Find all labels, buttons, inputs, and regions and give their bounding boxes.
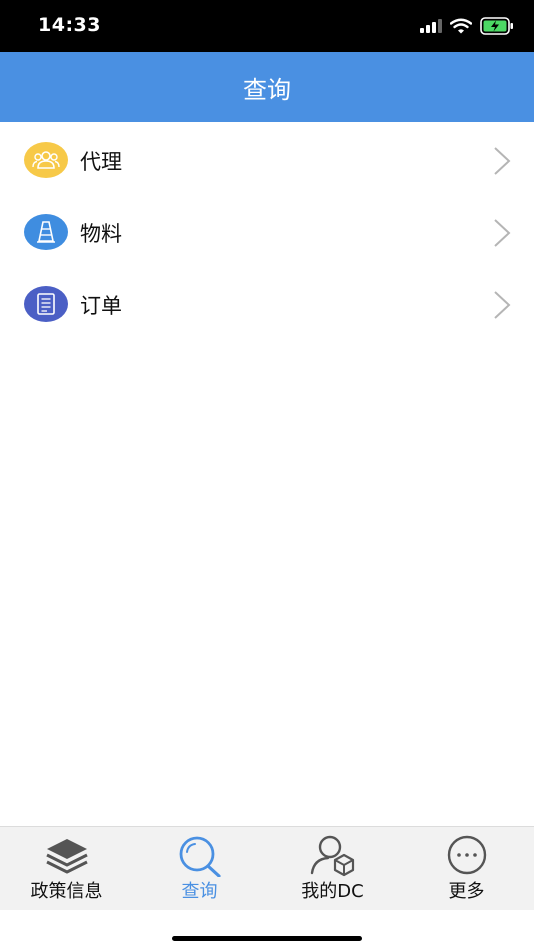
tab-query[interactable]: 查询 (133, 827, 266, 911)
status-icons (420, 16, 514, 36)
menu-item-material[interactable]: 物料 (0, 196, 534, 268)
menu-item-label: 订单 (80, 294, 122, 318)
layers-icon (45, 839, 88, 874)
users-icon (24, 142, 68, 178)
menu-item-order[interactable]: 订单 (0, 268, 534, 340)
home-indicator (172, 936, 362, 941)
tab-policy-info[interactable]: 政策信息 (0, 827, 133, 911)
chevron-right-icon (494, 219, 511, 247)
menu-item-label: 代理 (80, 150, 122, 174)
chevron-right-icon (494, 147, 511, 175)
chevron-right-icon (494, 291, 511, 319)
query-menu: 代理 物料 订单 (0, 124, 534, 340)
wifi-icon (450, 18, 472, 34)
user-box-icon (310, 835, 354, 877)
tab-label: 查询 (181, 881, 218, 902)
tab-my-dc[interactable]: 我的DC (266, 827, 399, 911)
signal-icon (420, 19, 442, 33)
menu-item-label: 物料 (80, 222, 122, 246)
page-title: 查询 (243, 76, 291, 104)
battery-charging-icon (480, 17, 513, 35)
tab-label: 更多 (448, 881, 485, 902)
more-icon (447, 835, 486, 875)
nav-bar: 查询 (0, 52, 534, 122)
status-time: 14:33 (38, 14, 101, 36)
cone-icon (24, 214, 68, 250)
menu-item-agent[interactable]: 代理 (0, 124, 534, 196)
document-icon (24, 286, 68, 322)
tab-bar: 政策信息 查询 我的DC 更多 (0, 826, 534, 910)
tab-label: 我的DC (301, 881, 364, 902)
tab-more[interactable]: 更多 (400, 827, 533, 911)
search-icon (179, 836, 221, 877)
tab-label: 政策信息 (30, 881, 103, 902)
status-bar: 14:33 (0, 0, 534, 52)
